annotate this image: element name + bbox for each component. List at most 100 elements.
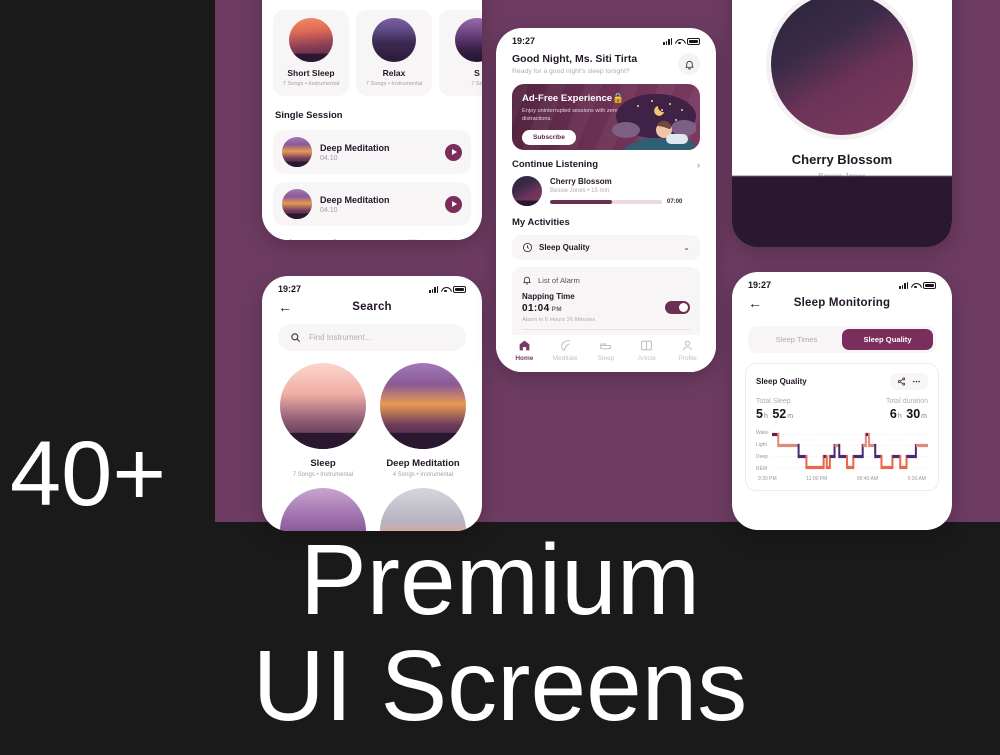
more-options-icon[interactable]: [912, 377, 921, 386]
category-card[interactable]: Short Sleep 7 Songs • Instrumental: [273, 10, 349, 96]
hypnogram-x-label: 00:40 AM: [856, 476, 879, 482]
sleep-quality-card-header: Sleep Quality: [756, 373, 928, 390]
single-session-heading: Single Session: [275, 110, 343, 121]
category-thumbnail: [289, 18, 333, 62]
alarm-time: 01:04 PM: [522, 303, 595, 314]
hypnogram-segment: [798, 454, 807, 459]
category-row: Short Sleep 7 Songs • Instrumental Relax…: [262, 10, 482, 96]
session-row[interactable]: Deep Meditation 04.10: [273, 182, 471, 226]
tab-home[interactable]: Home: [507, 339, 541, 362]
hypnogram-y-label: REM: [756, 466, 768, 472]
category-card[interactable]: S 7 So: [439, 10, 482, 96]
hypnogram-chart: Wake Light Deep REM: [756, 429, 930, 473]
share-icon[interactable]: [897, 377, 906, 386]
segmented-control: Sleep Times Sleep Quality: [748, 326, 936, 353]
total-duration-hours: 6: [889, 407, 897, 421]
hypnogram-x-label: 9:30 PM: [758, 476, 777, 482]
home-icon: [289, 238, 292, 240]
session-name: Deep Meditation: [320, 142, 390, 153]
continue-listening-item[interactable]: Cherry Blossom Bessie Jones • 15 min 07:…: [496, 176, 716, 206]
tab-profile[interactable]: Profile: [671, 339, 705, 362]
phone-player: Cherry Blossom Bessie Jones 03:30 15:00: [732, 0, 952, 247]
tab-meditate[interactable]: Meditate: [548, 339, 582, 362]
alarm-ampm: PM: [551, 306, 562, 313]
bell-icon: [684, 60, 694, 69]
hypnogram-segment: [777, 443, 799, 448]
total-sleep-value: 5h 52m: [756, 407, 794, 421]
subscribe-button[interactable]: Subscribe: [522, 129, 576, 145]
alarm-toggle[interactable]: [665, 301, 690, 314]
session-row[interactable]: Deep Meditation 04.10: [273, 130, 471, 174]
tab-sleep[interactable]: Sleep: [589, 339, 623, 362]
tab-label: Article: [637, 355, 656, 362]
chevron-right-icon[interactable]: ›: [697, 160, 700, 170]
segment-sleep-quality[interactable]: Sleep Quality: [842, 329, 933, 350]
session-name: Deep Meditation: [320, 194, 390, 205]
play-icon[interactable]: [445, 195, 462, 213]
tab-article[interactable]: Article: [396, 238, 430, 240]
card-actions: [890, 373, 928, 390]
track-meta: Bessie Jones • 15 min: [550, 188, 610, 194]
search-result[interactable]: [280, 488, 366, 531]
chevron-down-icon[interactable]: ⌄: [683, 243, 690, 252]
search-field[interactable]: Find Instrument...: [278, 324, 466, 351]
result-name: Deep Meditation: [386, 458, 460, 469]
category-thumbnail: [455, 18, 482, 62]
ad-free-card[interactable]: Ad-Free Experience🔒 Enjoy uninterrupted …: [512, 84, 700, 150]
total-duration-stat: Total duration 6h 30m: [886, 398, 928, 421]
search-results-row-2: [262, 478, 482, 531]
alarm-name: Napping Time: [522, 292, 575, 301]
phone-sleep-monitoring: 19:27 ← Sleep Monitoring Sleep Times Sle…: [732, 272, 952, 530]
signal-icon: [429, 285, 438, 293]
greeting-subtitle: Ready for a good night's sleep tonight?: [512, 68, 630, 75]
hypnogram-y-axis: Wake Light Deep REM: [756, 429, 772, 473]
phone-home: 19:27 Good Night, Ms. Siti Tirta Ready f…: [496, 28, 716, 372]
status-time: 19:27: [748, 280, 772, 290]
session-thumbnail: [282, 189, 312, 219]
sleep-quality-dropdown[interactable]: Sleep Quality ⌄: [512, 235, 700, 260]
page-title: Sleep Monitoring: [793, 297, 891, 309]
alarm-row[interactable]: Napping Time 01:04 PM Alarm in 6 Hours 26…: [522, 285, 690, 330]
search-result[interactable]: [380, 488, 466, 531]
hypnogram-segment: [892, 454, 900, 459]
minutes-unit: m: [787, 413, 794, 420]
category-card[interactable]: Relax 7 Songs • Instrumental: [356, 10, 432, 96]
tab-label: Profile: [678, 355, 697, 362]
segment-sleep-times[interactable]: Sleep Times: [751, 329, 842, 350]
status-bar: 19:27: [732, 272, 952, 292]
tab-article[interactable]: Article: [630, 339, 664, 362]
result-thumbnail: [380, 488, 466, 531]
battery-icon: [453, 285, 466, 293]
total-sleep-label: Total Sleep: [756, 398, 791, 405]
status-icons: [899, 281, 936, 289]
search-result[interactable]: Sleep 7 Songs • Instrumental: [280, 363, 366, 478]
profile-icon: [452, 239, 455, 240]
sleeping-illustration: [612, 94, 696, 150]
hypnogram-plot: [771, 429, 930, 473]
back-icon[interactable]: ←: [278, 300, 292, 314]
alarm-list-header: List of Alarm: [522, 275, 690, 285]
activities-heading: My Activities: [512, 217, 570, 228]
progress-bar[interactable]: [550, 200, 662, 204]
tab-label: Meditate: [552, 355, 578, 362]
hypnogram-y-label: Light: [756, 442, 767, 448]
tab-sleep[interactable]: Sleep: [355, 238, 389, 240]
search-placeholder: Find Instrument...: [309, 333, 372, 342]
wifi-icon: [441, 286, 450, 293]
total-duration-value: 6h 30m: [886, 407, 928, 421]
status-time: 19:27: [278, 284, 302, 294]
back-icon[interactable]: ←: [748, 296, 762, 310]
notification-bell-button[interactable]: [678, 53, 700, 75]
total-duration-label: Total duration: [885, 398, 928, 405]
article-icon: [407, 239, 418, 240]
search-result[interactable]: Deep Meditation 4 Songs • Instrumental: [380, 363, 466, 478]
tab-meditate[interactable]: Meditate: [314, 238, 348, 240]
battery-icon: [923, 281, 936, 289]
page-title: Search: [352, 301, 392, 313]
greeting-block: Good Night, Ms. Siti Tirta Ready for a g…: [496, 48, 716, 75]
article-icon: [641, 340, 653, 351]
hypnogram-x-label: 11:00 PM: [806, 476, 828, 482]
hypnogram-x-axis: 9:30 PM 11:00 PM 00:40 AM 5:30 AM: [756, 476, 928, 482]
play-icon[interactable]: [445, 143, 462, 161]
sleep-monitoring-header: ← Sleep Monitoring: [732, 292, 952, 316]
